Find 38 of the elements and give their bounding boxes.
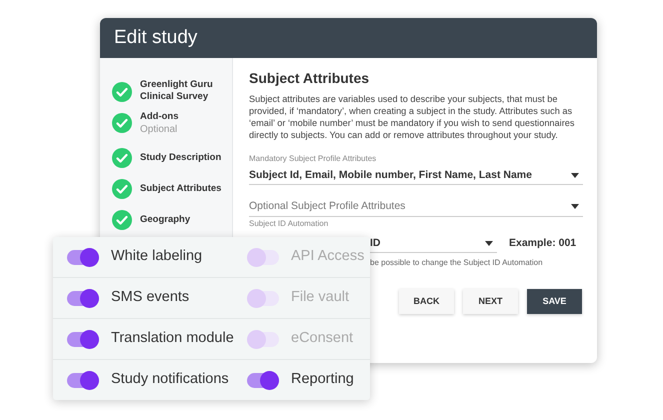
step-label[interactable]: Subject Attributes	[140, 182, 222, 194]
section-heading: Subject Attributes	[249, 69, 370, 88]
feature-label: eConsent	[291, 329, 354, 348]
id-automation-select[interactable]: ID	[370, 235, 497, 253]
toggle-switch[interactable]	[67, 372, 99, 388]
optional-attributes-select[interactable]: Optional Subject Profile Attributes	[249, 197, 583, 217]
dropdown-caret-icon	[571, 204, 579, 209]
toggle-switch[interactable]	[67, 250, 99, 264]
toggle-switch[interactable]	[247, 332, 279, 346]
toggle-switch[interactable]	[247, 250, 279, 264]
step-sublabel: Optional	[140, 123, 178, 136]
step-label[interactable]: Greenlight Guru Clinical Survey	[140, 78, 232, 102]
form-button[interactable]: SAVE	[527, 289, 582, 314]
step-label[interactable]: Study Description	[140, 152, 222, 164]
feature-label: API Access	[291, 247, 364, 266]
hint-text: be possible to change the Subject ID Automation	[370, 257, 544, 269]
window-title: Edit study	[114, 26, 198, 50]
section-description: Subject attributes are variables used to describe your subjects, that must be provided, if ‘mandatory’, when creating a subject in the study. Attributes such as ‘email’ or ‘mobile number’ must be mandatory if you wish to send questionnaires directly to subjects. You can add or remove attributes throughout your study.	[249, 93, 576, 141]
toggle-switch[interactable]	[67, 332, 99, 346]
mandatory-attributes-select[interactable]: Subject Id, Email, Mobile number, First Name, Last Name	[249, 167, 583, 185]
step-label[interactable]: Add-ons	[140, 111, 179, 123]
dropdown-caret-icon	[485, 241, 493, 246]
feature-label: SMS events	[111, 288, 190, 308]
field-label: Subject ID Automation	[249, 219, 330, 229]
toggle-switch[interactable]	[247, 290, 279, 306]
step-label[interactable]: Geography	[140, 214, 190, 226]
toggle-switch[interactable]	[67, 290, 99, 306]
feature-label: Reporting	[291, 370, 354, 390]
field-label: Mandatory Subject Profile Attributes	[249, 153, 378, 165]
feature-label: Translation module	[111, 329, 234, 348]
form-button[interactable]: BACK	[399, 289, 454, 314]
dropdown-caret-icon	[571, 173, 579, 178]
example-text: Example: 001	[509, 236, 576, 252]
toggle-switch[interactable]	[247, 372, 279, 388]
feature-label: File vault	[291, 288, 350, 308]
feature-label: White labeling	[111, 247, 202, 266]
feature-label: Study notifications	[111, 370, 229, 390]
form-button[interactable]: NEXT	[463, 289, 518, 314]
